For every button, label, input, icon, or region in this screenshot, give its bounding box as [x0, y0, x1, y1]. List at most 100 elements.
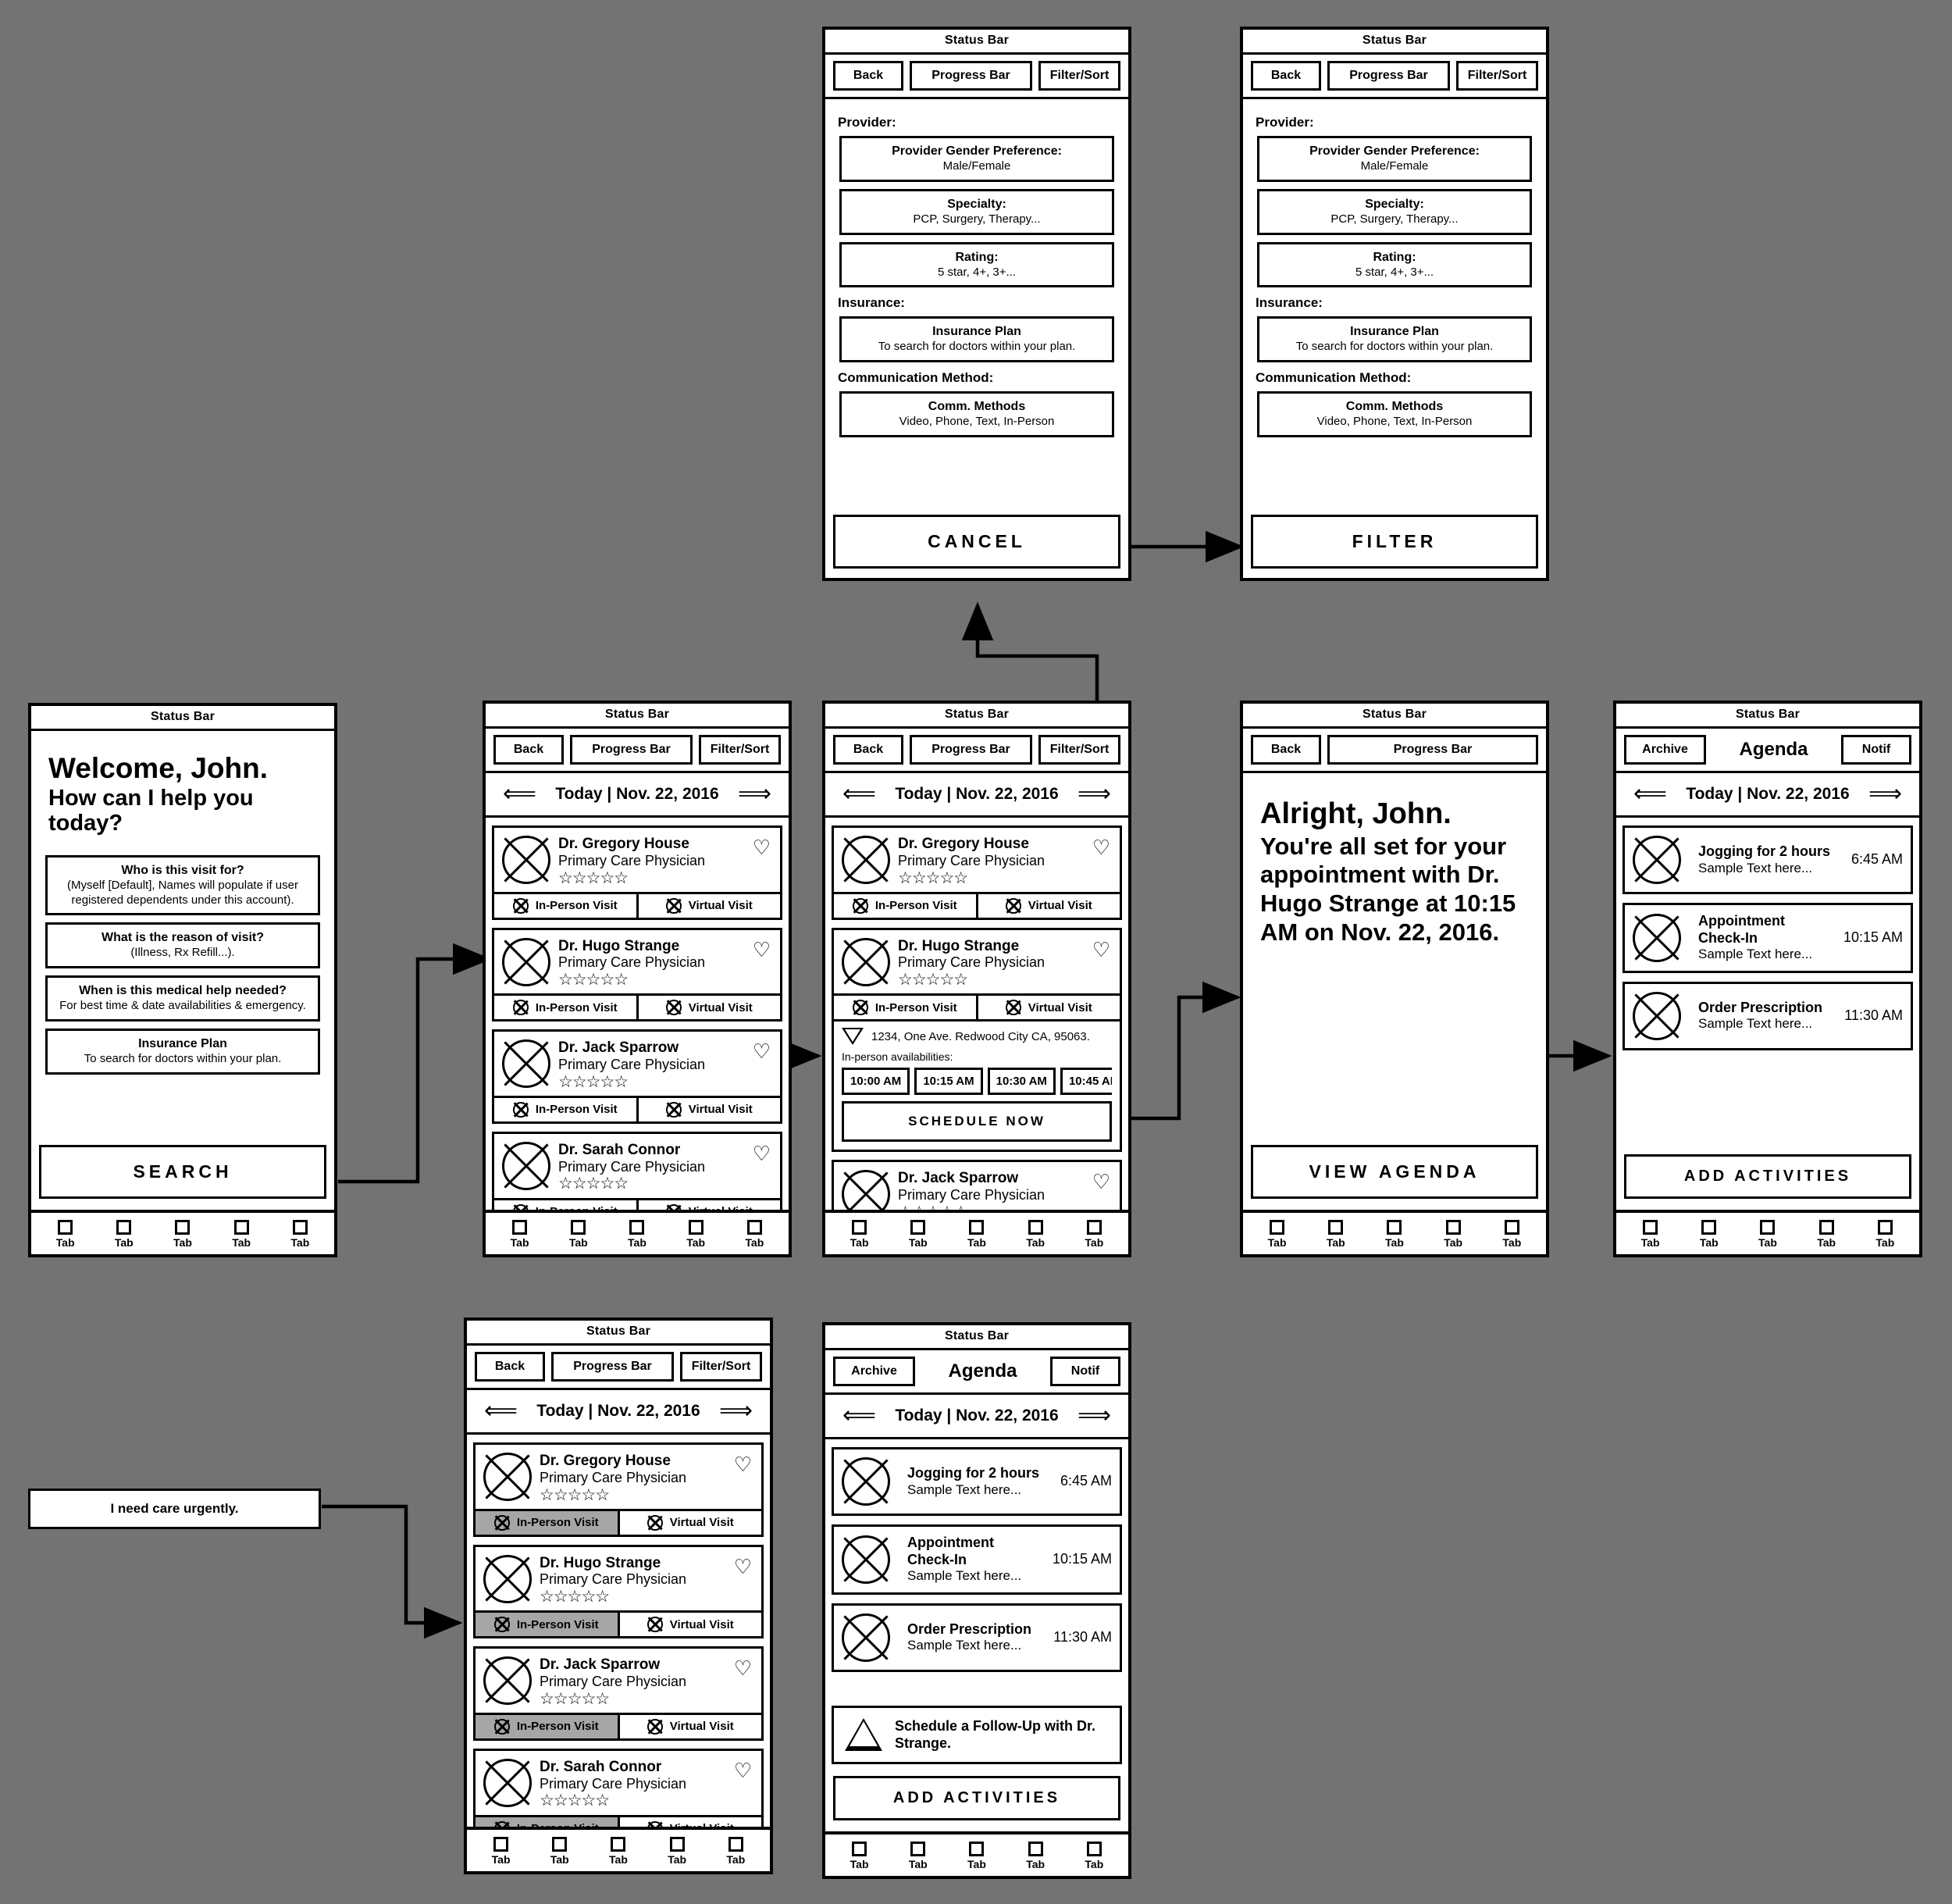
agenda-item[interactable]: Order Prescription Sample Text here... 1… — [1623, 981, 1913, 1050]
favorite-heart-icon[interactable]: ♡ — [734, 1658, 752, 1678]
progress-bar[interactable]: Progress Bar — [551, 1352, 674, 1382]
back-button[interactable]: Back — [493, 735, 564, 765]
virtual-visit-button[interactable]: Virtual Visit — [636, 893, 781, 918]
tab-item[interactable]: Tab — [290, 1220, 309, 1249]
tab-item[interactable]: Tab — [1502, 1220, 1521, 1249]
tab-item[interactable]: Tab — [569, 1220, 588, 1249]
tab-item[interactable]: Tab — [56, 1220, 75, 1249]
filter-option-specialty[interactable]: Specialty: PCP, Surgery, Therapy... — [839, 188, 1114, 235]
favorite-heart-icon[interactable]: ♡ — [1092, 940, 1110, 960]
virtual-visit-button[interactable]: Virtual Visit — [617, 1714, 762, 1738]
time-slot[interactable]: 10:15 AM — [914, 1068, 983, 1096]
tab-item[interactable]: Tab — [909, 1220, 928, 1249]
virtual-visit-button[interactable]: Virtual Visit — [975, 996, 1120, 1020]
in-person-visit-button[interactable]: In-Person Visit — [494, 996, 636, 1019]
back-button[interactable]: Back — [833, 735, 903, 765]
tab-item[interactable]: Tab — [492, 1837, 511, 1866]
in-person-visit-button[interactable]: In-Person Visit — [834, 996, 976, 1019]
in-person-visit-button[interactable]: In-Person Visit — [834, 894, 976, 918]
tab-item[interactable]: Tab — [668, 1837, 686, 1866]
favorite-heart-icon[interactable]: ♡ — [734, 1454, 752, 1474]
right-arrow-icon[interactable]: ⟹ — [719, 1399, 753, 1423]
right-arrow-icon[interactable]: ⟹ — [1078, 783, 1111, 806]
tab-item[interactable]: Tab — [115, 1220, 134, 1249]
right-arrow-icon[interactable]: ⟹ — [1078, 1404, 1111, 1428]
tab-item[interactable]: Tab — [1875, 1220, 1894, 1249]
virtual-visit-button[interactable]: Virtual Visit — [617, 1817, 762, 1827]
in-person-visit-button[interactable]: In-Person Visit — [476, 1817, 618, 1827]
doctor-card[interactable]: Dr. Jack Sparrow Primary Care Physician … — [473, 1646, 764, 1741]
welcome-option-reason[interactable]: What is the reason of visit? (Illness, R… — [45, 922, 320, 969]
progress-bar[interactable]: Progress Bar — [1327, 735, 1538, 765]
left-arrow-icon[interactable]: ⟸ — [1633, 783, 1667, 806]
left-arrow-icon[interactable]: ⟸ — [842, 1404, 876, 1428]
add-activities-button[interactable]: ADD ACTIVITIES — [1624, 1154, 1911, 1199]
cancel-button[interactable]: CANCEL — [833, 515, 1120, 569]
tab-item[interactable]: Tab — [1641, 1220, 1660, 1249]
favorite-heart-icon[interactable]: ♡ — [753, 940, 771, 960]
schedule-now-button[interactable]: SCHEDULE NOW — [842, 1101, 1112, 1143]
tab-item[interactable]: Tab — [850, 1220, 869, 1249]
search-button[interactable]: SEARCH — [39, 1145, 326, 1199]
left-arrow-icon[interactable]: ⟸ — [484, 1399, 518, 1423]
virtual-visit-button[interactable]: Virtual Visit — [636, 996, 781, 1020]
archive-button[interactable]: Archive — [1624, 735, 1706, 765]
filter-sort-button[interactable]: Filter/Sort — [1456, 61, 1538, 91]
in-person-visit-button[interactable]: In-Person Visit — [476, 1510, 618, 1535]
archive-button[interactable]: Archive — [833, 1357, 915, 1386]
follow-up-suggestion-card[interactable]: Schedule a Follow-Up with Dr. Strange. — [832, 1705, 1122, 1764]
virtual-visit-button[interactable]: Virtual Visit — [617, 1510, 762, 1535]
tab-item[interactable]: Tab — [1026, 1842, 1045, 1870]
tab-item[interactable]: Tab — [511, 1220, 529, 1249]
tab-item[interactable]: Tab — [1758, 1220, 1777, 1249]
in-person-visit-button[interactable]: In-Person Visit — [494, 1098, 636, 1121]
time-slot[interactable]: 10:00 AM — [842, 1068, 910, 1096]
tab-item[interactable]: Tab — [726, 1837, 745, 1866]
doctor-card[interactable]: Dr. Gregory House Primary Care Physician… — [832, 825, 1122, 920]
tab-item[interactable]: Tab — [1700, 1220, 1719, 1249]
tab-item[interactable]: Tab — [1817, 1220, 1836, 1249]
tab-item[interactable]: Tab — [686, 1220, 705, 1249]
filter-sort-button[interactable]: Filter/Sort — [699, 735, 781, 765]
back-button[interactable]: Back — [1251, 61, 1321, 91]
tab-item[interactable]: Tab — [1327, 1220, 1345, 1249]
welcome-option-insurance[interactable]: Insurance Plan To search for doctors wit… — [45, 1028, 320, 1075]
doctor-card[interactable]: Dr. Hugo Strange Primary Care Physician … — [473, 1544, 764, 1639]
in-person-visit-button[interactable]: In-Person Visit — [494, 894, 636, 918]
virtual-visit-button[interactable]: Virtual Visit — [975, 893, 1120, 918]
favorite-heart-icon[interactable]: ♡ — [753, 1041, 771, 1061]
agenda-item[interactable]: Order Prescription Sample Text here... 1… — [832, 1603, 1122, 1672]
tab-item[interactable]: Tab — [967, 1842, 986, 1870]
filter-apply-button[interactable]: FILTER — [1251, 515, 1538, 569]
favorite-heart-icon[interactable]: ♡ — [1092, 837, 1110, 858]
agenda-item[interactable]: Appointment Check-In Sample Text here...… — [832, 1524, 1122, 1595]
left-arrow-icon[interactable]: ⟸ — [503, 783, 536, 806]
in-person-visit-button[interactable]: In-Person Visit — [476, 1714, 618, 1738]
filter-option-gender[interactable]: Provider Gender Preference: Male/Female — [839, 136, 1114, 182]
filter-option-rating[interactable]: Rating: 5 star, 4+, 3+... — [1257, 241, 1532, 288]
filter-option-comm-methods[interactable]: Comm. Methods Video, Phone, Text, In-Per… — [839, 391, 1114, 437]
doctor-card[interactable]: Dr. Hugo Strange Primary Care Physician … — [492, 927, 782, 1022]
doctor-card[interactable]: Dr. Sarah Connor Primary Care Physician … — [492, 1131, 782, 1210]
back-button[interactable]: Back — [833, 61, 903, 91]
filter-option-insurance[interactable]: Insurance Plan To search for doctors wit… — [839, 316, 1114, 362]
virtual-visit-button[interactable]: Virtual Visit — [617, 1613, 762, 1637]
right-arrow-icon[interactable]: ⟹ — [1868, 783, 1902, 806]
filter-sort-button[interactable]: Filter/Sort — [1038, 735, 1120, 765]
favorite-heart-icon[interactable]: ♡ — [753, 837, 771, 858]
tab-item[interactable]: Tab — [1026, 1220, 1045, 1249]
filter-option-gender[interactable]: Provider Gender Preference: Male/Female — [1257, 136, 1532, 182]
favorite-heart-icon[interactable]: ♡ — [753, 1143, 771, 1164]
favorite-heart-icon[interactable]: ♡ — [734, 1760, 752, 1781]
virtual-visit-button[interactable]: Virtual Visit — [636, 1097, 781, 1121]
doctor-card[interactable]: Dr. Sarah Connor Primary Care Physician … — [473, 1748, 764, 1827]
filter-sort-button[interactable]: Filter/Sort — [1038, 61, 1120, 91]
filter-sort-button[interactable]: Filter/Sort — [680, 1352, 762, 1382]
favorite-heart-icon[interactable]: ♡ — [1092, 1171, 1110, 1192]
progress-bar[interactable]: Progress Bar — [910, 61, 1032, 91]
time-slot[interactable]: 10:30 AM — [987, 1068, 1056, 1096]
back-button[interactable]: Back — [475, 1352, 545, 1382]
tab-item[interactable]: Tab — [1085, 1220, 1103, 1249]
welcome-option-who[interactable]: Who is this visit for? (Myself [Default]… — [45, 854, 320, 916]
notifications-button[interactable]: Notif — [1050, 1357, 1120, 1386]
